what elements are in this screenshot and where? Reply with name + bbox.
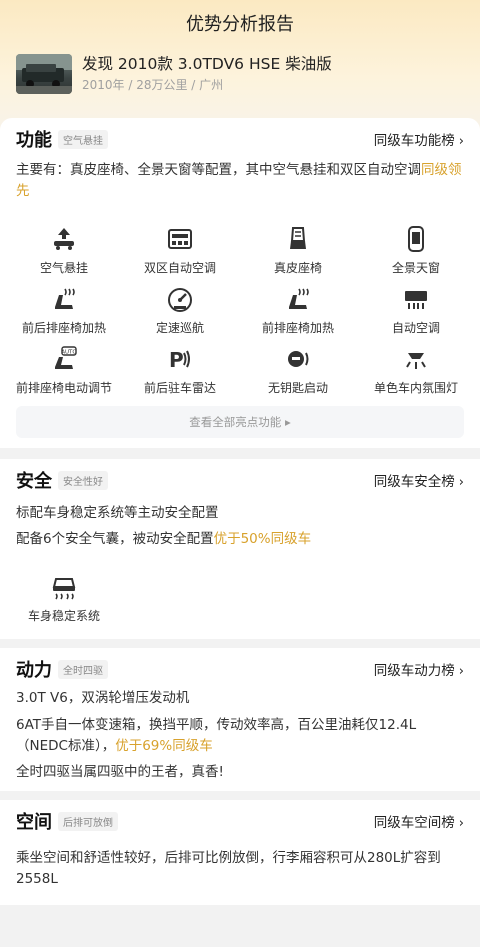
- cruise-control-icon: [168, 288, 192, 312]
- feature-item[interactable]: 前排座椅加热: [238, 285, 358, 336]
- feature-label: 自动空调: [391, 321, 440, 335]
- safety-line-2: 配备6个安全气囊，被动安全配置优于50%同级车: [16, 529, 464, 550]
- feature-item[interactable]: 车身稳定系统: [4, 573, 124, 624]
- space-rank-link[interactable]: 同级车空间榜 ›: [374, 811, 464, 831]
- feature-item[interactable]: 定速巡航: [120, 285, 240, 336]
- power-title: 动力: [16, 660, 52, 681]
- triangle-right-icon: ▸: [284, 415, 291, 429]
- seat-heating-icon: [55, 288, 75, 309]
- safety-rank-label: 同级车安全榜: [373, 474, 455, 490]
- feature-label: 空气悬挂: [39, 261, 88, 275]
- leather-seat-icon: [290, 227, 306, 249]
- feature-item[interactable]: 自动空调: [356, 285, 476, 336]
- safety-tag: 安全性好: [58, 471, 108, 490]
- function-tag: 空气悬挂: [58, 130, 108, 149]
- feature-item[interactable]: P 前后驻车雷达: [120, 345, 240, 396]
- feature-label: 单色车内氛围灯: [373, 381, 458, 395]
- function-title: 功能: [16, 130, 52, 151]
- function-desc: 主要有：真皮座椅、全景天窗等配置，其中空气悬挂和双区自动空调同级领先: [16, 160, 464, 202]
- power-card-header: 动力 全时四驱 同级车动力榜 ›: [16, 648, 464, 688]
- space-title: 空间: [16, 812, 52, 833]
- function-rank-label: 同级车功能榜: [373, 133, 455, 149]
- power-line-3: 全时四驱当属四驱中的王者，真香!: [16, 764, 224, 780]
- chevron-right-icon: ›: [458, 134, 464, 149]
- safety-line-2-text: 配备6个安全气囊，被动安全配置: [16, 531, 214, 547]
- auto-ac-icon: [405, 291, 427, 309]
- chevron-right-icon: ›: [458, 664, 464, 679]
- front-seat-heating-icon: [289, 288, 309, 309]
- feature-item[interactable]: 无钥匙启动: [238, 345, 358, 396]
- feature-item[interactable]: 双区自动空调: [120, 225, 240, 276]
- feature-label: 车身稳定系统: [27, 609, 100, 623]
- feature-item[interactable]: 空气悬挂: [4, 225, 124, 276]
- car-meta: 2010年 / 28万公里 / 广州: [82, 78, 224, 92]
- feature-label: 前后驻车雷达: [143, 381, 216, 395]
- function-desc-text: 主要有：真皮座椅、全景天窗等配置，其中空气悬挂和双区自动空调: [16, 162, 421, 178]
- feature-label: 双区自动空调: [143, 261, 216, 275]
- ambient-light-icon: [406, 353, 426, 369]
- feature-item[interactable]: AUTO 前排座椅电动调节: [4, 345, 124, 396]
- feature-label: 前后排座椅加热: [21, 321, 106, 335]
- space-card: 空间 后排可放倒 同级车空间榜 › 乘坐空间和舒适性较好，后排可比例放倒，行李厢容…: [0, 800, 480, 905]
- safety-title: 安全: [16, 471, 52, 492]
- feature-label: 前排座椅加热: [261, 321, 334, 335]
- view-all-features-button[interactable]: 查看全部亮点功能 ▸: [16, 406, 464, 438]
- safety-rank-link[interactable]: 同级车安全榜 ›: [374, 470, 464, 490]
- parking-radar-icon: P: [169, 348, 190, 372]
- safety-card-header: 安全 安全性好 同级车安全榜 ›: [16, 459, 464, 499]
- power-line-1: 3.0T V6，双涡轮增压发动机: [16, 690, 190, 706]
- panoramic-sunroof-icon: [408, 226, 424, 252]
- safety-card: 安全 安全性好 同级车安全榜 › 标配车身稳定系统等主动安全配置 配备6个安全气囊…: [0, 459, 480, 639]
- car-thumbnail[interactable]: [16, 54, 72, 94]
- power-line-2: 6AT手自一体变速箱，换挡平顺，传动效率高，百公里油耗仅12.4L（NEDC标准…: [16, 715, 464, 757]
- feature-label: 真皮座椅: [273, 261, 322, 275]
- space-tag: 后排可放倒: [58, 812, 118, 831]
- view-all-label: 查看全部亮点功能: [189, 415, 282, 429]
- safety-highlight: 优于50%同级车: [213, 531, 312, 547]
- feature-item[interactable]: 真皮座椅: [238, 225, 358, 276]
- air-suspension-icon: [54, 228, 74, 250]
- feature-item[interactable]: 单色车内氛围灯: [356, 345, 476, 396]
- function-card: 功能 空气悬挂 同级车功能榜 › 主要有：真皮座椅、全景天窗等配置，其中空气悬挂和…: [0, 118, 480, 448]
- stability-control-icon: [52, 578, 76, 600]
- svg-text:AUTO: AUTO: [61, 350, 77, 356]
- feature-item[interactable]: 全景天窗: [356, 225, 476, 276]
- power-rank-label: 同级车动力榜: [373, 663, 455, 679]
- space-line-1: 乘坐空间和舒适性较好，后排可比例放倒，行李厢容积可从280L扩容到2558L: [16, 850, 441, 887]
- power-highlight: 优于69%同级车: [115, 738, 213, 754]
- power-tag: 全时四驱: [58, 660, 108, 679]
- space-card-header: 空间 后排可放倒 同级车空间榜 ›: [16, 800, 464, 840]
- power-line-2-text: 6AT手自一体变速箱，换挡平顺，传动效率高，百公里油耗仅12.4L（NEDC标准…: [16, 717, 417, 754]
- feature-label: 无钥匙启动: [267, 381, 328, 395]
- function-card-header: 功能 空气悬挂 同级车功能榜 ›: [16, 118, 464, 158]
- car-title: 发现 2010款 3.0TDV6 HSE 柴油版: [82, 55, 332, 73]
- page-title: 优势分析报告: [186, 14, 294, 35]
- svg-text:P: P: [169, 348, 184, 372]
- power-rank-link[interactable]: 同级车动力榜 ›: [374, 659, 464, 679]
- feature-label: 定速巡航: [155, 321, 204, 335]
- safety-line-1: 标配车身稳定系统等主动安全配置: [16, 505, 219, 521]
- chevron-right-icon: ›: [458, 475, 464, 490]
- dual-zone-ac-icon: [168, 229, 192, 249]
- feature-item[interactable]: 前后排座椅加热: [4, 285, 124, 336]
- feature-label: 前排座椅电动调节: [15, 381, 112, 395]
- function-rank-link[interactable]: 同级车功能榜 ›: [374, 129, 464, 149]
- power-card: 动力 全时四驱 同级车动力榜 › 3.0T V6，双涡轮增压发动机 6AT手自一体…: [0, 648, 480, 791]
- feature-label: 全景天窗: [391, 261, 440, 275]
- chevron-right-icon: ›: [458, 816, 464, 831]
- keyless-start-icon: [288, 351, 309, 367]
- space-rank-label: 同级车空间榜: [373, 815, 455, 831]
- power-seat-icon: AUTO: [55, 346, 77, 369]
